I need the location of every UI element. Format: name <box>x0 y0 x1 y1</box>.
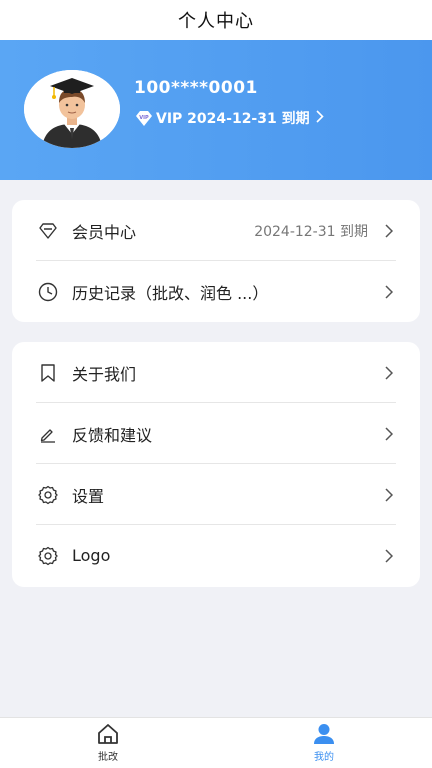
home-icon <box>96 723 120 745</box>
about-us-label: 关于我们 <box>72 364 137 384</box>
member-center-label: 会员中心 <box>72 222 137 242</box>
tab-grading[interactable]: 批改 <box>0 718 216 768</box>
member-center-row[interactable]: 会员中心 2024-12-31 到期 <box>12 200 420 261</box>
logo-row[interactable]: Logo <box>12 525 420 586</box>
history-label: 历史记录（批改、润色 ...） <box>72 283 269 303</box>
settings-label: 设置 <box>72 486 105 506</box>
chevron-right-icon <box>384 426 394 442</box>
chevron-right-icon <box>384 548 394 564</box>
member-expiry-value: 2024-12-31 到期 <box>254 223 368 240</box>
tab-grading-label: 批改 <box>98 752 118 763</box>
username: 100****0001 <box>134 78 258 98</box>
feedback-label: 反馈和建议 <box>72 425 153 445</box>
diamond-icon <box>38 221 58 241</box>
membership-card: 会员中心 2024-12-31 到期 历史记录（批改、润色 ...） <box>12 200 420 322</box>
tab-mine-label: 我的 <box>314 752 334 763</box>
avatar[interactable] <box>24 70 120 148</box>
chevron-right-icon <box>384 365 394 381</box>
tab-mine[interactable]: 我的 <box>216 718 432 768</box>
clock-icon <box>38 282 58 302</box>
vip-badge-text: VIP <box>139 115 149 121</box>
graduate-avatar-icon <box>24 70 120 148</box>
chevron-right-icon <box>384 487 394 503</box>
chevron-right-icon <box>384 223 394 239</box>
logo-label: Logo <box>72 546 111 565</box>
user-icon <box>312 723 336 745</box>
chevron-right-icon <box>384 284 394 300</box>
bookmark-icon <box>38 363 58 383</box>
chevron-right-icon <box>316 109 324 127</box>
bottom-tab-bar: 批改 我的 <box>0 717 432 768</box>
settings-row[interactable]: 设置 <box>12 464 420 525</box>
page-title: 个人中心 <box>178 11 254 32</box>
vip-status-link[interactable]: VIP VIP 2024-12-31 到期 <box>134 108 324 128</box>
gear-icon <box>38 546 58 566</box>
vip-badge-icon: VIP <box>134 109 154 127</box>
menu-card: 关于我们 反馈和建议 设置 Logo <box>12 342 420 587</box>
vip-expiry-text: VIP 2024-12-31 到期 <box>156 111 310 127</box>
history-row[interactable]: 历史记录（批改、润色 ...） <box>12 261 420 322</box>
title-bar: 个人中心 <box>0 0 432 40</box>
gear-icon <box>38 485 58 505</box>
feedback-row[interactable]: 反馈和建议 <box>12 403 420 464</box>
pencil-icon <box>38 424 58 444</box>
profile-header: 100****0001 VIP VIP 2024-12-31 到期 <box>0 40 432 180</box>
about-us-row[interactable]: 关于我们 <box>12 342 420 403</box>
